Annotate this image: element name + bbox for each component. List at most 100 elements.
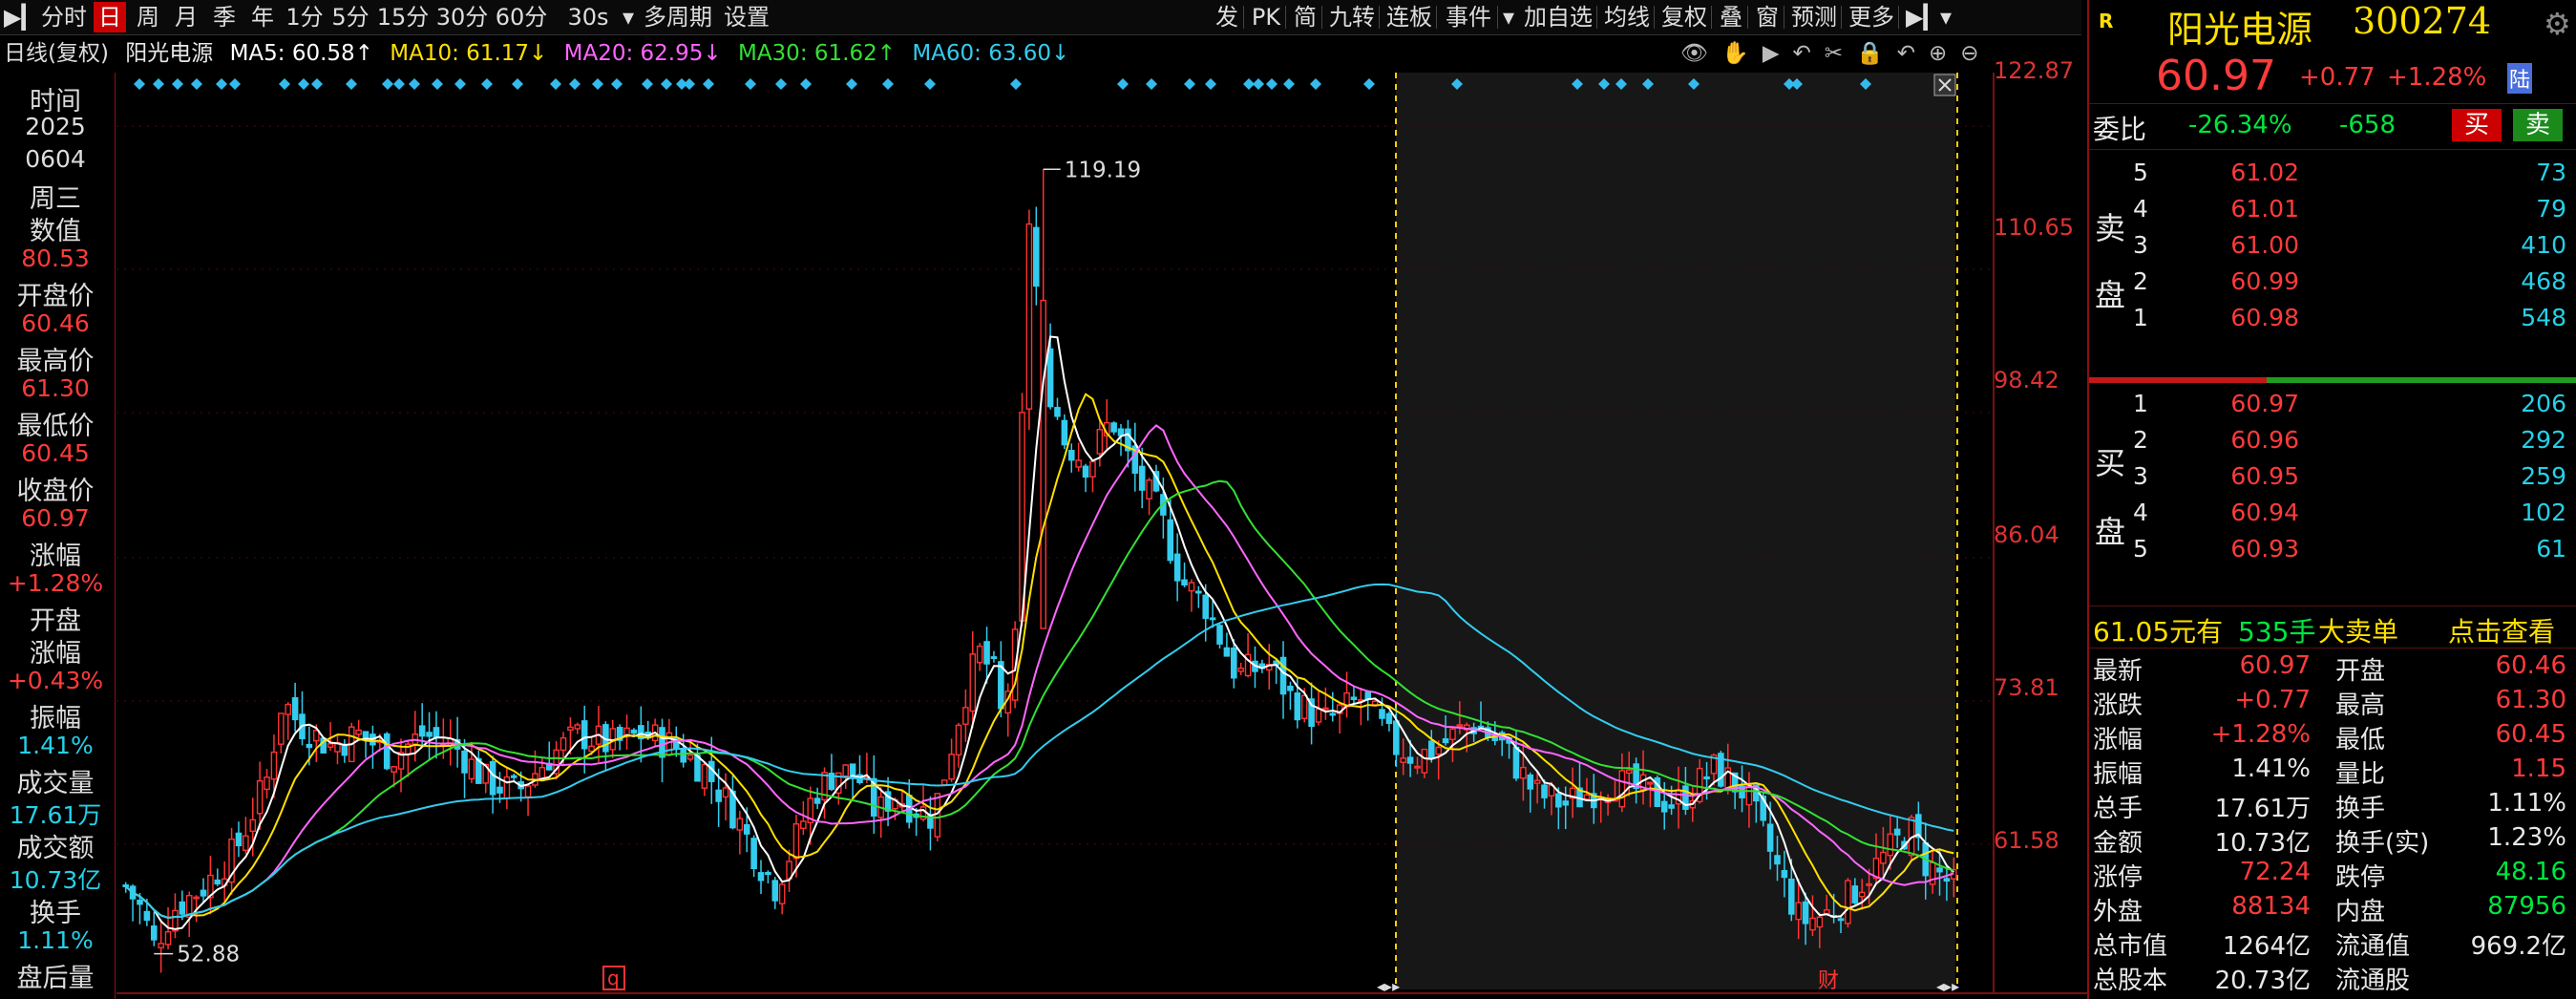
candle-body	[1866, 882, 1872, 886]
caibao-marker: 财	[1818, 969, 1839, 993]
collapse-icon[interactable]: ▶▎	[1906, 2, 1941, 32]
period-tab-3[interactable]: 月	[170, 2, 202, 32]
chg-label: 涨幅	[30, 542, 81, 571]
stat-label: 最新	[2093, 657, 2143, 686]
period-tab-12[interactable]: 多周期	[642, 2, 714, 32]
candle-body	[1880, 851, 1887, 864]
chart-tool-icons[interactable]: 👁✋▶↶✂🔒↶⊕⊖	[1680, 36, 1993, 71]
amt-value: 10.73亿	[9, 866, 102, 894]
event-marker-icon	[1363, 78, 1375, 90]
event-marker-icon	[432, 78, 443, 90]
candle-body	[270, 751, 278, 780]
candle-body	[1146, 479, 1152, 500]
candle-body	[1025, 223, 1033, 410]
candle-body	[1809, 917, 1816, 931]
candle-body	[496, 786, 503, 794]
period-tab-5[interactable]: 年	[246, 2, 279, 32]
vol-value: 17.61万	[9, 801, 102, 829]
candle-body	[765, 871, 771, 876]
bids-level: 4	[2133, 499, 2148, 526]
stat-value: 61.30	[2495, 686, 2566, 714]
chg-value: +1.28%	[7, 569, 104, 597]
candle-body	[164, 930, 172, 946]
bids-price: 60.95	[2230, 462, 2299, 490]
period-tab-8[interactable]: 15分	[376, 2, 430, 32]
event-marker-icon	[229, 78, 241, 90]
candle-body	[588, 745, 595, 753]
period-tab-9[interactable]: 30分	[435, 2, 489, 32]
tool-button-4[interactable]: 连板	[1384, 2, 1434, 32]
low-label: 最低价	[16, 412, 95, 441]
period-tab-1[interactable]: 日	[94, 2, 126, 32]
candle-body	[1096, 429, 1104, 455]
settings-icon[interactable]: ⚙	[2544, 6, 2571, 42]
bids-volume: 206	[2521, 390, 2566, 417]
tool-button-9[interactable]: 叠	[1717, 2, 1745, 32]
buy-button[interactable]: 买	[2452, 109, 2502, 141]
candle-body	[722, 787, 729, 798]
stat-label: 量比	[2335, 760, 2386, 789]
period-tab-13[interactable]: 设置	[720, 2, 773, 32]
chart-mode[interactable]: 日线(复权)	[4, 41, 109, 66]
tool-button-6[interactable]: 加自选	[1522, 2, 1594, 32]
candle-body	[1837, 918, 1845, 922]
candle-body	[1385, 712, 1393, 724]
candle-body	[976, 645, 983, 664]
period-tab-6[interactable]: 1分	[285, 2, 325, 32]
low-annotation: 52.88	[177, 943, 240, 967]
period-tab-0[interactable]: 分时	[40, 2, 88, 32]
period-tab-11[interactable]: 30s	[554, 2, 623, 32]
event-marker-icon	[1146, 78, 1157, 90]
asks-price: 61.01	[2230, 195, 2299, 223]
candle-body	[418, 725, 426, 737]
candle-body	[1421, 748, 1428, 774]
candle-body	[757, 872, 765, 882]
stat-label: 涨停	[2093, 863, 2143, 892]
close-label: 收盘价	[16, 477, 95, 506]
last-price: 60.97	[2156, 52, 2276, 100]
kline-chart[interactable]: 119.19 52.88 q 财 ◂▸▸ ◂▸▸	[116, 73, 2112, 999]
tool-button-3[interactable]: 九转	[1327, 2, 1377, 32]
sell-button[interactable]: 卖	[2513, 109, 2563, 141]
year-value: 2025	[25, 113, 86, 140]
stat-label: 最高	[2335, 691, 2386, 720]
candle-body	[1802, 901, 1809, 925]
event-marker-icon	[550, 78, 561, 90]
tool-button-8[interactable]: 复权	[1659, 2, 1709, 32]
tool-button-5[interactable]: 事件	[1442, 2, 1495, 32]
candle-body	[694, 755, 701, 782]
candle-body	[630, 729, 638, 734]
tool-button-1[interactable]: PK	[1249, 2, 1283, 32]
candle-body	[1647, 781, 1654, 785]
stat-value: +0.77	[2234, 686, 2311, 714]
turn-label: 换手	[30, 899, 81, 928]
bids-volume: 102	[2521, 499, 2566, 526]
candle-body	[243, 835, 249, 851]
tool-button-12[interactable]: 更多	[1847, 2, 1896, 32]
period-tab-10[interactable]: 60分	[495, 2, 548, 32]
stat-label: 换手(实)	[2335, 829, 2430, 858]
event-marker-icon	[684, 78, 695, 90]
ma-legend: 日线(复权) 阳光电源 MA5: 60.58↑ MA10: 61.17↓ MA2…	[0, 36, 2081, 71]
big-order-link[interactable]: 点击查看	[2448, 611, 2555, 649]
vol-label: 成交量	[16, 769, 95, 798]
big-order-vol: 535手	[2238, 616, 2316, 648]
candle-body	[278, 712, 285, 745]
stat-label: 开盘	[2335, 657, 2386, 686]
tool-button-11[interactable]: 预测	[1789, 2, 1839, 32]
tool-button-10[interactable]: 窗	[1753, 2, 1782, 32]
chevron-down-icon[interactable]: ▾	[1936, 2, 1955, 32]
tool-button-7[interactable]: 均线	[1602, 2, 1652, 32]
period-toolbar: ▶▎ 分时日周月季年 1分 5分 15分 30分 60分 30s ▾ 多周期 设置发 PK 简九转 连板…	[0, 0, 2081, 35]
event-marker-icon	[298, 78, 309, 90]
candle-body	[792, 823, 800, 860]
period-tab-2[interactable]: 周	[132, 2, 164, 32]
period-tab-4[interactable]: 季	[208, 2, 241, 32]
tool-button-2[interactable]: 简	[1291, 2, 1320, 32]
tool-button-0[interactable]: 发	[1213, 2, 1241, 32]
expand-icon[interactable]: ▶▎	[4, 2, 39, 32]
period-tab-7[interactable]: 5分	[330, 2, 370, 32]
candle-body	[1520, 766, 1527, 779]
chevron-down-icon[interactable]: ▾	[1499, 2, 1518, 32]
chevron-down-icon[interactable]: ▾	[619, 2, 638, 32]
